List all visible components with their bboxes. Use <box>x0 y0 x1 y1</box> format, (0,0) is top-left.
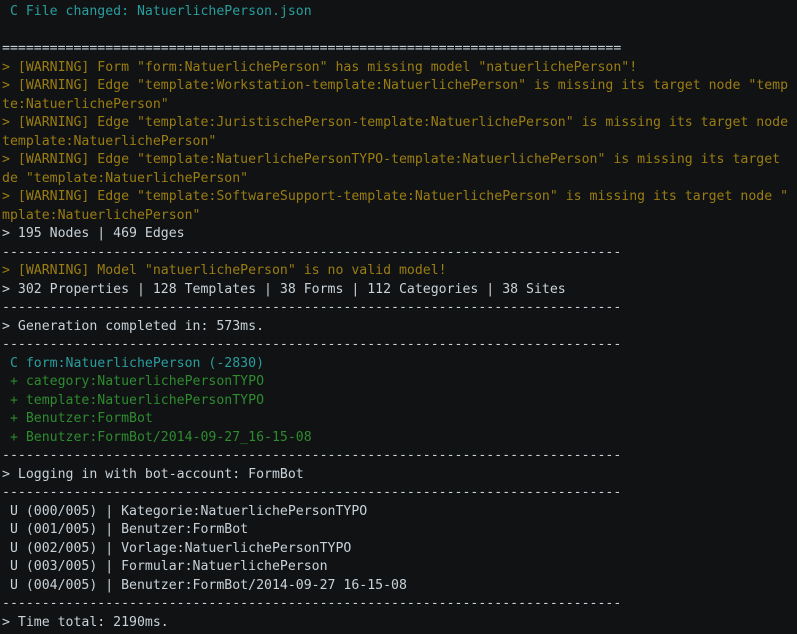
log-line-status: U (002/005) | Vorlage:NatuerlichePersonT… <box>2 540 352 556</box>
log-separator: ----------------------------------------… <box>2 485 622 500</box>
terminal-output-console[interactable]: C File changed: NatuerlichePerson.json ==… <box>0 0 797 634</box>
log-line-warning: mplate:NatuerlichePerson" <box>2 207 201 223</box>
log-separator: ----------------------------------------… <box>2 448 622 463</box>
log-line-status: U (000/005) | Kategorie:NatuerlichePerso… <box>2 503 368 519</box>
log-separator: ========================================… <box>2 41 622 56</box>
log-line-status: U (003/005) | Formular:NatuerlichePerson <box>2 559 328 574</box>
log-line-warning: template:NatuerlichePerson" <box>2 133 217 149</box>
log-line-added: + template:NatuerlichePersonTYPO <box>2 392 265 408</box>
log-line-status: > 195 Nodes | 469 Edges <box>2 226 185 241</box>
log-line-blank <box>0 22 797 41</box>
log-line-warning: > [WARNING] Edge "template:JuristischePe… <box>2 115 789 130</box>
log-line-warning: > [WARNING] Form "form:NatuerlichePerson… <box>2 59 638 75</box>
log-separator: ----------------------------------------… <box>2 596 622 611</box>
log-line-warning: de "template:NatuerlichePerson" <box>2 170 249 186</box>
log-line-status: U (001/005) | Benutzer:FormBot <box>2 522 249 537</box>
log-separator: ----------------------------------------… <box>2 337 622 352</box>
log-line-added: + Benutzer:FormBot/2014-09-27_16-15-08 <box>2 429 312 445</box>
log-line-info: C form:NatuerlichePerson (-2830) <box>2 355 265 371</box>
log-line-status: > Time total: 2190ms. <box>2 614 169 630</box>
log-separator: ----------------------------------------… <box>2 300 622 315</box>
log-line-warning: > [WARNING] Model "natuerlichePerson" is… <box>2 263 447 278</box>
log-line-warning: te:NatuerlichePerson" <box>2 96 169 112</box>
log-line-warning: > [WARNING] Edge "template:NatuerlichePe… <box>2 152 789 167</box>
log-line-added: + category:NatuerlichePersonTYPO <box>2 374 265 389</box>
log-line-info: C File changed: NatuerlichePerson.json <box>2 4 312 19</box>
log-line-status: > Logging in with bot-account: FormBot <box>2 466 304 482</box>
log-line-status: > Generation completed in: 573ms. <box>2 318 265 334</box>
log-line-warning: > [WARNING] Edge "template:Workstation-t… <box>2 78 789 93</box>
log-separator: ----------------------------------------… <box>2 244 622 260</box>
log-line-status: U (004/005) | Benutzer:FormBot/2014-09-2… <box>2 577 407 593</box>
log-line-warning: > [WARNING] Edge "template:SoftwareSuppo… <box>2 189 789 204</box>
log-line-added: + Benutzer:FormBot <box>2 411 153 426</box>
log-line-status: > 302 Properties | 128 Templates | 38 Fo… <box>2 281 566 297</box>
